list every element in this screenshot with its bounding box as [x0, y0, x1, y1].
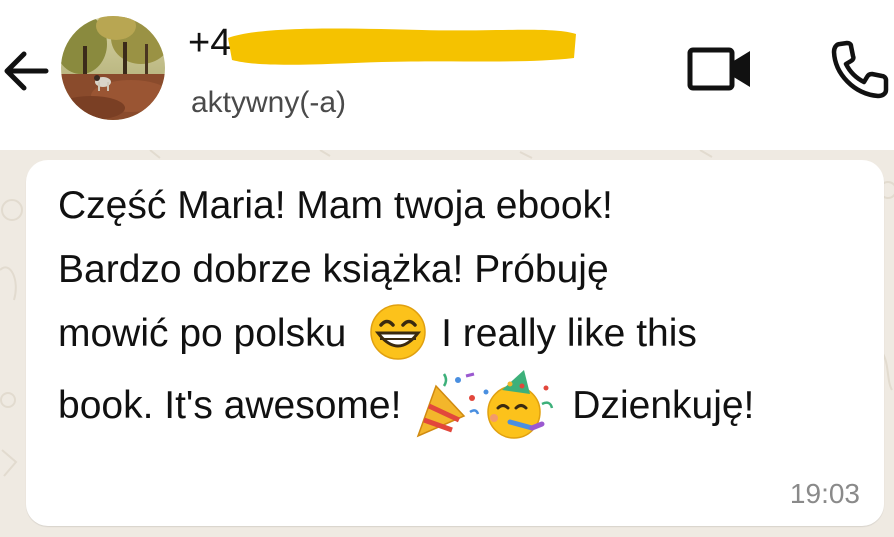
- arrow-left-icon: [4, 51, 49, 91]
- partying-face-emoji: [483, 369, 554, 439]
- voice-call-button[interactable]: [826, 34, 894, 104]
- message-line-text: mowić po polsku: [58, 312, 347, 355]
- back-button[interactable]: [0, 36, 54, 106]
- phone-icon: [831, 40, 889, 99]
- chat-header: +4 aktywny(-a): [0, 0, 894, 150]
- contact-status: aktywny(-a): [191, 86, 347, 119]
- video-call-button[interactable]: [680, 36, 760, 100]
- message-line-text: Dzienkuję!: [572, 384, 755, 427]
- message-bubble[interactable]: Część Maria! Mam twoja ebook! Bardzo dob…: [26, 160, 884, 526]
- message-line: Część Maria! Mam twoja ebook!: [58, 184, 613, 227]
- message-line: book. It's awesome! Dzienkuję!: [58, 366, 878, 446]
- chat-area: Część Maria! Mam twoja ebook! Bardzo dob…: [0, 150, 894, 537]
- video-camera-icon: [687, 47, 750, 91]
- redaction-mark: [228, 28, 576, 65]
- message-text: Część Maria! Mam twoja ebook! Bardzo dob…: [58, 174, 878, 446]
- contact-avatar[interactable]: [61, 16, 165, 120]
- message-line-text: I really like this: [441, 312, 697, 355]
- message-timestamp: 19:03: [789, 478, 860, 509]
- message-line: Bardzo dobrze książka! Próbuję: [58, 248, 609, 291]
- message-line-text: book. It's awesome!: [58, 384, 402, 427]
- party-popper-emoji: [417, 372, 480, 438]
- grinning-face-smiling-eyes-emoji: [370, 303, 426, 360]
- message-line: mowić po polsku I really like this: [58, 302, 878, 366]
